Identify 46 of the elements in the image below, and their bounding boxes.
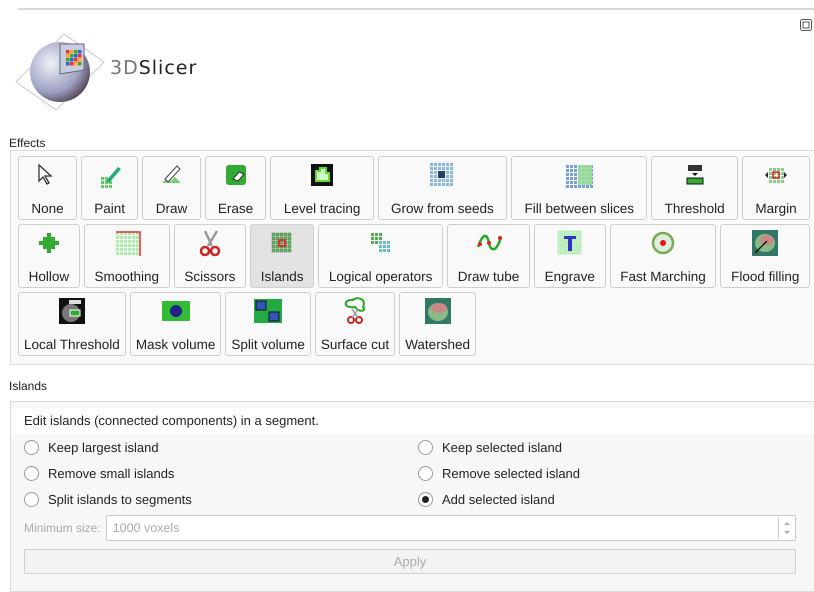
radio-label: Keep largest island	[48, 440, 159, 455]
radio-option[interactable]: Add selected island	[418, 492, 555, 507]
effect-button[interactable]: Erase	[204, 156, 266, 220]
radio-option[interactable]: Keep selected island	[418, 440, 562, 455]
effect-button[interactable]: Hollow	[18, 224, 80, 288]
radio-option[interactable]: Keep largest island	[24, 440, 159, 455]
effect-button[interactable]: Paint	[80, 156, 138, 220]
radio-label: Remove small islands	[48, 466, 174, 481]
description-text: Edit islands (connected components) in a segment.	[11, 408, 814, 434]
effect-button[interactable]: None	[18, 156, 77, 220]
effect-button[interactable]: Local Threshold	[18, 292, 126, 356]
radio-button[interactable]	[418, 466, 433, 481]
split-icon	[254, 297, 282, 325]
effect-button[interactable]: Watershed	[399, 292, 476, 356]
field-label: Minimum size:	[24, 521, 101, 535]
effect-button[interactable]: Islands	[250, 224, 314, 288]
radio-option[interactable]: Remove small islands	[24, 466, 174, 481]
effect-button[interactable]: Flood filling	[720, 224, 810, 288]
effect-button[interactable]: Threshold	[651, 156, 738, 220]
radio-button[interactable]	[418, 492, 433, 507]
effect-button[interactable]: Draw	[142, 156, 201, 220]
radio-label: Keep selected island	[442, 440, 562, 455]
radio-button[interactable]	[24, 440, 39, 455]
effect-button[interactable]: Fast Marching	[610, 224, 716, 288]
effect-button[interactable]: Scissors	[174, 224, 246, 288]
effect-button[interactable]: Engrave	[534, 224, 606, 288]
radio-button[interactable]	[24, 466, 39, 481]
effect-button[interactable]: Fill between slices	[511, 156, 648, 220]
grid-icon	[556, 229, 584, 257]
radio-label: Add selected island	[442, 492, 555, 507]
effect-button[interactable]: Grow from seeds	[378, 156, 508, 220]
effect-button[interactable]: Draw tube	[447, 224, 530, 288]
radio-button[interactable]	[418, 440, 433, 455]
effect-button[interactable]: Split volume	[225, 292, 311, 356]
logo-text: 3DSlicer	[110, 57, 198, 79]
effect-button[interactable]: Margin	[742, 156, 810, 220]
effect-button[interactable]: Mask volume	[130, 292, 222, 356]
radio-button[interactable]	[24, 492, 39, 507]
section-title: Effects	[8, 136, 46, 150]
undock-icon[interactable]	[800, 19, 812, 31]
threshold-icon	[58, 297, 86, 325]
effect-button[interactable]: Logical operators	[318, 224, 444, 288]
effect-button[interactable]: Surface cut	[314, 292, 396, 356]
effect-button[interactable]: Level tracing	[270, 156, 374, 220]
effect-button[interactable]: Smoothing	[84, 224, 170, 288]
section-title: Islands	[8, 379, 48, 393]
